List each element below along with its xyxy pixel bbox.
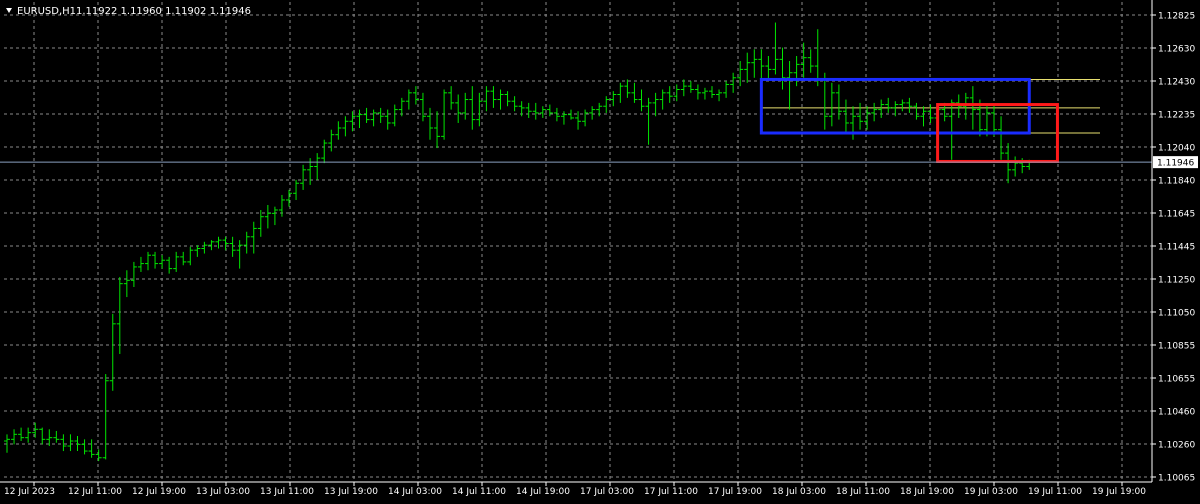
y-tick-label: 1.10065 [1158, 474, 1195, 484]
chart-window[interactable]: 1.11946 1.12825 1.12630 1.12430 1.12235 1.12… [0, 0, 1200, 500]
y-tick-label: 1.12040 [1158, 144, 1195, 154]
y-tick-label: 1.12430 [1158, 78, 1195, 88]
x-tick-label: 12 Jul 19:00 [132, 487, 186, 497]
y-tick-label: 1.12630 [1158, 45, 1195, 55]
y-tick-label: 1.11445 [1158, 243, 1195, 253]
x-tick-label: 14 Jul 03:00 [388, 487, 442, 497]
ohlc-values: 1.11922 1.11960 1.11902 1.11946 [76, 6, 251, 17]
y-tick-label: 1.11840 [1158, 177, 1195, 187]
x-tick-label: 17 Jul 19:00 [708, 487, 762, 497]
chart-background [0, 0, 1200, 500]
price-chart[interactable]: 1.11946 1.12825 1.12630 1.12430 1.12235 1.12… [0, 0, 1200, 500]
x-tick-label: 12 Jul 2023 [4, 487, 55, 497]
y-tick-label: 1.10655 [1158, 375, 1195, 385]
y-tick-label: 1.10460 [1158, 408, 1195, 418]
x-tick-label: 19 Jul 03:00 [964, 487, 1018, 497]
x-tick-label: 18 Jul 11:00 [836, 487, 890, 497]
x-tick-label: 13 Jul 11:00 [260, 487, 314, 497]
x-tick-label: 13 Jul 19:00 [324, 487, 378, 497]
y-tick-label: 1.12825 [1158, 12, 1195, 22]
x-tick-label: 12 Jul 11:00 [68, 487, 122, 497]
y-tick-label: 1.10855 [1158, 342, 1195, 352]
x-tick-label: 19 Jul 19:00 [1092, 487, 1146, 497]
symbol-label: EURUSD,H1 [17, 6, 76, 17]
y-tick-label: 1.11645 [1158, 210, 1195, 220]
x-tick-label: 18 Jul 03:00 [772, 487, 826, 497]
x-tick-label: 13 Jul 03:00 [196, 487, 250, 497]
x-tick-label: 18 Jul 19:00 [900, 487, 954, 497]
x-tick-label: 17 Jul 03:00 [580, 487, 634, 497]
y-tick-label: 1.10260 [1158, 441, 1195, 451]
x-tick-label: 14 Jul 11:00 [452, 487, 506, 497]
y-tick-label: 1.11250 [1158, 276, 1195, 286]
x-tick-label: 14 Jul 19:00 [516, 487, 570, 497]
x-tick-label: 17 Jul 11:00 [644, 487, 698, 497]
chart-header: EURUSD,H1 1.11922 1.11960 1.11902 1.1194… [6, 6, 251, 17]
y-tick-label: 1.11050 [1158, 309, 1195, 319]
x-tick-label: 19 Jul 11:00 [1028, 487, 1082, 497]
y-tick-label: 1.12235 [1158, 111, 1195, 121]
current-price-label: 1.11946 [1157, 159, 1194, 169]
